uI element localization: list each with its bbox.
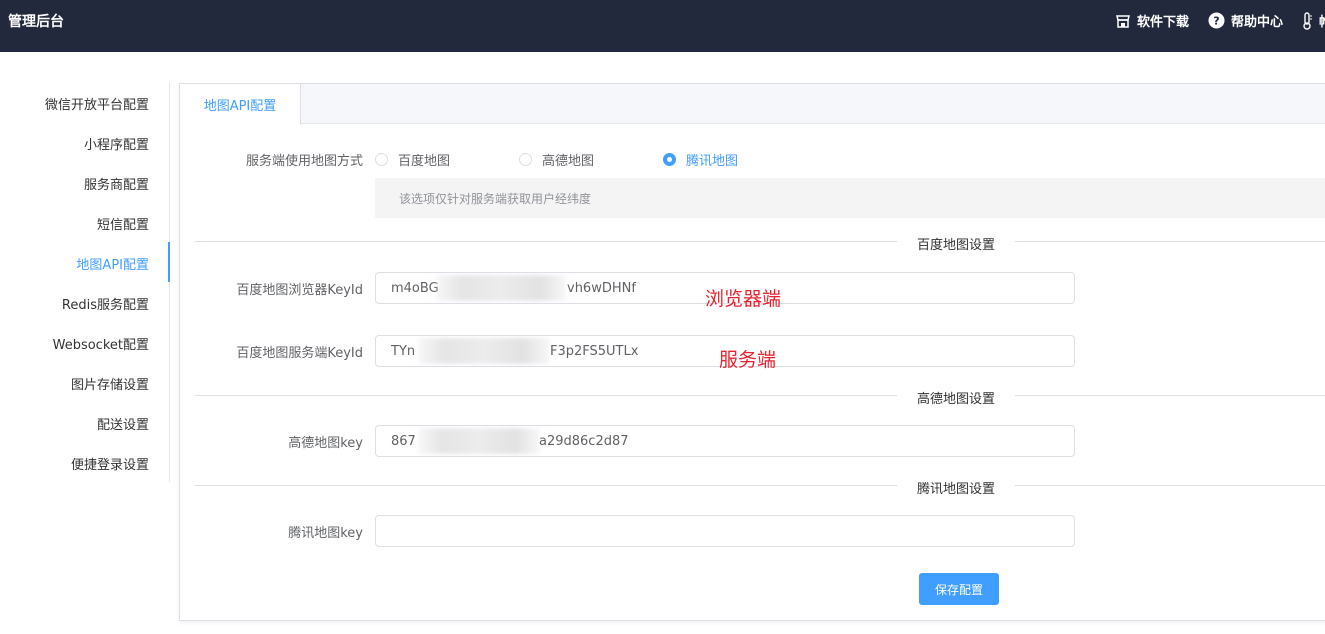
tencent-section-title: 腾讯地图设置 <box>897 478 1016 497</box>
thermometer-icon <box>1301 11 1313 30</box>
gaode-divider <box>195 395 1325 396</box>
baidu-server-key-suffix: F3p2FS5UTLx <box>550 343 639 359</box>
tencent-divider <box>195 485 1325 486</box>
tab-bar: 地图API配置 <box>180 84 1325 125</box>
baidu-server-key-label: 百度地图服务端KeyId <box>236 346 363 361</box>
radio-baidu[interactable]: 百度地图 <box>375 150 450 169</box>
map-mode-label: 服务端使用地图方式 <box>245 154 363 169</box>
annotation-browser: 浏览器端 <box>705 288 782 310</box>
help-center-link[interactable]: ? 帮助中心 <box>1208 11 1283 30</box>
radio-circle-checked <box>663 153 676 166</box>
radio-gaode-label: 高德地图 <box>542 154 595 169</box>
baidu-server-key-prefix: TYn <box>391 343 416 359</box>
store-icon <box>1115 13 1131 29</box>
gaode-key-input[interactable]: 867 a29d86c2d87 <box>375 425 1075 457</box>
gaode-key-suffix: a29d86c2d87 <box>539 433 629 449</box>
radio-circle <box>519 153 532 166</box>
help-center-label: 帮助中心 <box>1231 15 1284 30</box>
redaction-blur <box>418 338 550 364</box>
sidebar-item-map-api[interactable]: 地图API配置 <box>76 254 149 273</box>
software-download-link[interactable]: 软件下载 <box>1115 11 1189 30</box>
gaode-key-prefix: 867 <box>391 433 416 449</box>
sidebar-item-miniprogram[interactable]: 小程序配置 <box>84 134 149 153</box>
svg-text:?: ? <box>1213 15 1219 28</box>
sidebar-item-wechat-open[interactable]: 微信开放平台配置 <box>45 94 149 113</box>
sidebar-item-image-storage[interactable]: 图片存储设置 <box>71 374 149 393</box>
software-download-label: 软件下载 <box>1137 15 1190 30</box>
settings-sidebar: 微信开放平台配置 小程序配置 服务商配置 短信配置 地图API配置 Redis服… <box>0 82 170 482</box>
sidebar-item-delivery[interactable]: 配送设置 <box>97 414 149 433</box>
baidu-section-title: 百度地图设置 <box>897 234 1016 253</box>
redaction-blur <box>418 428 540 454</box>
sidebar-item-quick-login[interactable]: 便捷登录设置 <box>71 454 149 473</box>
save-config-button[interactable]: 保存配置 <box>919 573 999 605</box>
sidebar-item-service-provider[interactable]: 服务商配置 <box>84 174 149 193</box>
sidebar-active-indicator <box>168 242 170 282</box>
sidebar-item-websocket[interactable]: Websocket配置 <box>53 334 149 353</box>
app-title: 管理后台 <box>8 14 64 30</box>
question-circle-icon: ? <box>1208 12 1225 29</box>
sidebar-item-redis[interactable]: Redis服务配置 <box>62 294 149 313</box>
map-mode-hint: 该选项仅针对服务端获取用户经纬度 <box>375 178 1325 218</box>
tencent-key-label: 腾讯地图key <box>288 526 363 541</box>
tencent-key-input[interactable] <box>375 515 1075 547</box>
baidu-browser-key-prefix: m4oBG <box>391 280 439 296</box>
radio-tencent-label: 腾讯地图 <box>686 154 739 169</box>
radio-baidu-label: 百度地图 <box>398 154 451 169</box>
tab-map-api[interactable]: 地图API配置 <box>180 84 301 125</box>
redaction-blur <box>436 275 566 301</box>
gaode-section-title: 高德地图设置 <box>897 388 1016 407</box>
radio-circle <box>375 153 388 166</box>
header-third-link[interactable]: 帷 <box>1301 11 1325 30</box>
annotation-server: 服务端 <box>719 349 777 371</box>
baidu-divider <box>195 241 1325 242</box>
baidu-browser-key-suffix: vh6wDHNf <box>567 280 636 296</box>
gaode-key-label: 高德地图key <box>288 436 363 451</box>
top-navbar: 管理后台 软件下载 ? 帮助中心 帷 <box>0 0 1325 52</box>
sidebar-item-sms[interactable]: 短信配置 <box>97 214 149 233</box>
header-third-label: 帷 <box>1319 11 1325 30</box>
baidu-browser-key-label: 百度地图浏览器KeyId <box>236 283 363 298</box>
radio-tencent[interactable]: 腾讯地图 <box>663 150 738 169</box>
radio-gaode[interactable]: 高德地图 <box>519 150 594 169</box>
